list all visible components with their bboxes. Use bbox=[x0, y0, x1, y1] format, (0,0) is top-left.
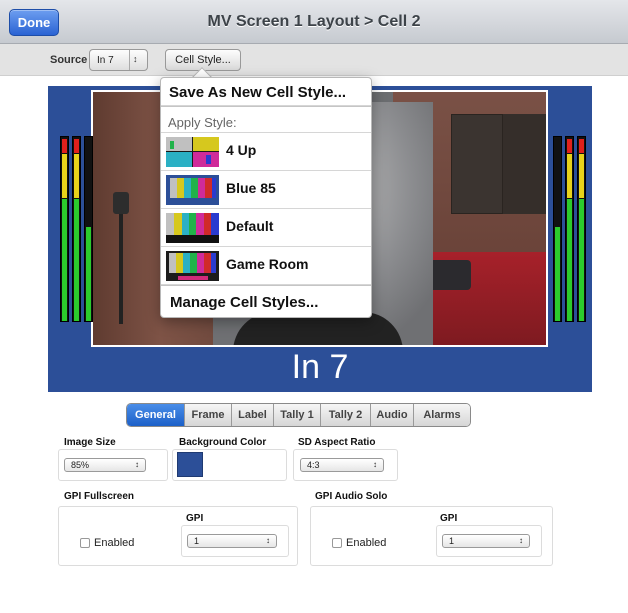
gpi-value: 1 bbox=[449, 536, 455, 546]
enabled-label: Enabled bbox=[94, 537, 135, 549]
audio-meter bbox=[553, 136, 562, 322]
style-item-default[interactable]: Default bbox=[161, 209, 371, 247]
audio-meter bbox=[60, 136, 69, 322]
audio-meter bbox=[565, 136, 574, 322]
style-name: Game Room bbox=[226, 256, 309, 272]
style-item-blue-85[interactable]: Blue 85 bbox=[161, 171, 371, 209]
enabled-label: Enabled bbox=[346, 537, 387, 549]
updown-arrow-icon: ↕ bbox=[135, 460, 139, 469]
lamp-pole bbox=[119, 214, 123, 324]
updown-arrow-icon: ↕ bbox=[373, 460, 377, 469]
updown-arrow-icon: ↕ bbox=[266, 536, 270, 545]
apply-style-header: Apply Style: bbox=[161, 106, 371, 133]
style-thumbnail-icon bbox=[166, 137, 219, 167]
cell-layout-screen: Done MV Screen 1 Layout > Cell 2 Source … bbox=[0, 0, 628, 613]
page-title: MV Screen 1 Layout > Cell 2 bbox=[207, 13, 421, 30]
window-shutter bbox=[451, 114, 503, 214]
gpi-fullscreen-enabled-checkbox[interactable] bbox=[80, 538, 90, 548]
tab-tally-2[interactable]: Tally 2 bbox=[321, 404, 371, 426]
style-item-4-up[interactable]: 4 Up bbox=[161, 133, 371, 171]
sd-aspect-ratio-select[interactable]: 4:3 ↕ bbox=[300, 458, 384, 472]
image-size-value: 85% bbox=[71, 460, 90, 470]
source-select[interactable]: In 7 ↕ bbox=[89, 49, 148, 71]
toolbar: Source In 7 ↕ Cell Style... bbox=[0, 44, 628, 76]
audio-meter bbox=[84, 136, 93, 322]
image-size-label: Image Size bbox=[64, 437, 116, 448]
tab-tally-1[interactable]: Tally 1 bbox=[274, 404, 321, 426]
source-label: Source bbox=[50, 54, 88, 66]
tab-frame[interactable]: Frame bbox=[185, 404, 232, 426]
cell-label: In 7 bbox=[291, 348, 349, 386]
image-size-select[interactable]: 85% ↕ bbox=[64, 458, 146, 472]
sd-aspect-ratio-value: 4:3 bbox=[307, 460, 320, 470]
gpi-fullscreen-label: GPI Fullscreen bbox=[64, 491, 135, 502]
street-lamp bbox=[113, 192, 129, 214]
save-as-new-cell-style-item[interactable]: Save As New Cell Style... bbox=[161, 78, 371, 106]
gpi-audio-solo-label: GPI Audio Solo bbox=[315, 491, 388, 502]
gpi-label: GPI bbox=[440, 513, 458, 524]
title-bar: Done MV Screen 1 Layout > Cell 2 bbox=[0, 0, 628, 44]
style-name: 4 Up bbox=[226, 142, 257, 158]
style-thumbnail-icon bbox=[166, 251, 219, 281]
background-color-swatch[interactable] bbox=[177, 452, 203, 477]
style-item-game-room[interactable]: Game Room bbox=[161, 247, 371, 285]
tab-label[interactable]: Label bbox=[232, 404, 274, 426]
gpi-audio-solo-select[interactable]: 1 ↕ bbox=[442, 534, 530, 548]
gpi-label: GPI bbox=[186, 513, 204, 524]
style-thumbnail-icon bbox=[166, 213, 219, 243]
style-thumbnail-icon bbox=[166, 175, 219, 205]
select-divider bbox=[129, 50, 130, 70]
background-color-label: Background Color bbox=[179, 437, 267, 448]
updown-arrow-icon: ↕ bbox=[133, 54, 138, 64]
tab-alarms[interactable]: Alarms bbox=[414, 404, 470, 426]
style-name: Blue 85 bbox=[226, 180, 276, 196]
updown-arrow-icon: ↕ bbox=[519, 536, 523, 545]
tab-general[interactable]: General bbox=[127, 404, 185, 426]
gpi-audio-solo-enabled-checkbox[interactable] bbox=[332, 538, 342, 548]
gpi-value: 1 bbox=[194, 536, 200, 546]
gpi-fullscreen-select[interactable]: 1 ↕ bbox=[187, 534, 277, 548]
source-value: In 7 bbox=[97, 55, 114, 66]
tab-audio[interactable]: Audio bbox=[371, 404, 414, 426]
sd-aspect-ratio-label: SD Aspect Ratio bbox=[298, 437, 376, 448]
audio-meter bbox=[577, 136, 586, 322]
manage-cell-styles-item[interactable]: Manage Cell Styles... bbox=[161, 285, 371, 317]
style-name: Default bbox=[226, 218, 274, 234]
audio-meter bbox=[72, 136, 81, 322]
settings-tabs: General Frame Label Tally 1 Tally 2 Audi… bbox=[126, 403, 471, 427]
cell-style-popover: Save As New Cell Style... Apply Style: 4… bbox=[160, 77, 372, 318]
window-shutter bbox=[503, 114, 546, 214]
